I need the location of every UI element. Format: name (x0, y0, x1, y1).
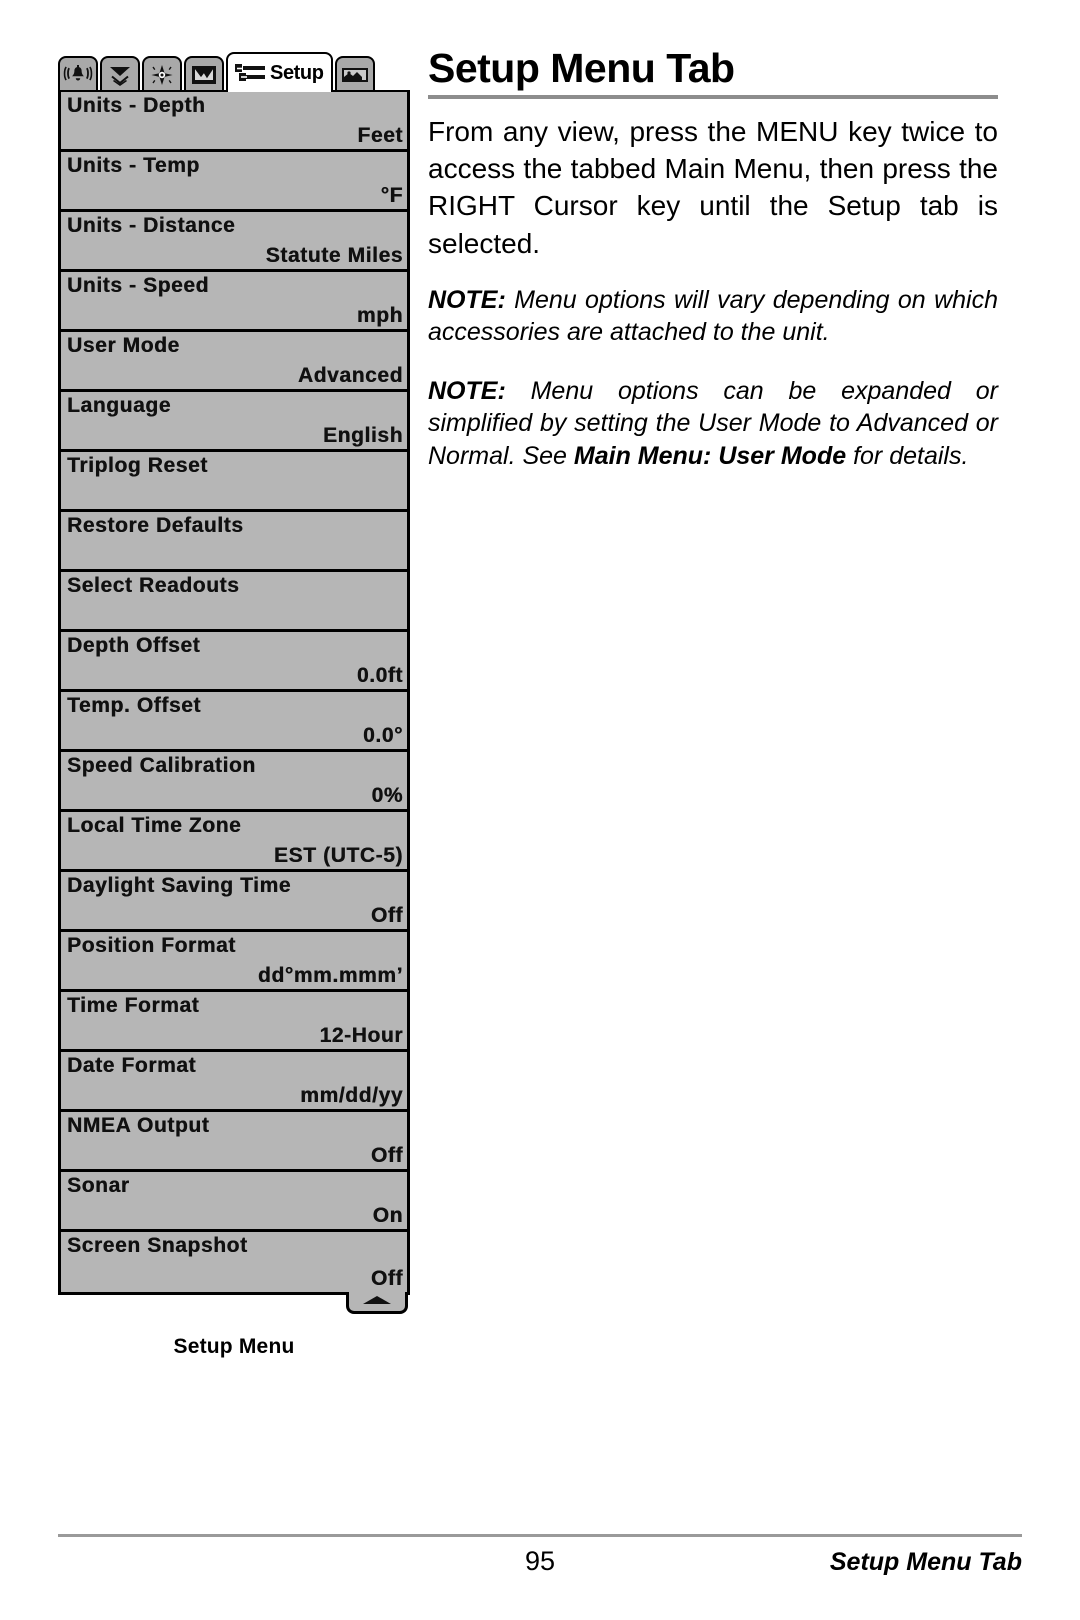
menu-item-value: dd°mm.mmm’ (257, 964, 403, 987)
note-paragraph-1: NOTE: Menu options will vary depending o… (428, 284, 998, 349)
menu-item-label: Depth Offset (67, 634, 201, 657)
menu-item-label: Select Readouts (67, 574, 240, 597)
menu-item-value: mm/dd/yy (300, 1084, 403, 1107)
note-label: NOTE: (428, 376, 506, 405)
scroll-tab-area (58, 1292, 410, 1321)
menu-item-label: Units - Temp (67, 154, 200, 177)
note-label: NOTE: (428, 285, 506, 314)
menu-row-user-mode[interactable]: User Mode Advanced (61, 332, 407, 392)
navigation-star-icon (147, 63, 177, 87)
menu-item-label: Date Format (67, 1054, 197, 1077)
menu-row-restore-defaults[interactable]: Restore Defaults (61, 512, 407, 572)
menu-item-label: Restore Defaults (67, 514, 244, 537)
menu-item-label: User Mode (67, 334, 180, 357)
menu-item-label: Units - Distance (67, 214, 236, 237)
menu-item-label: Units - Depth (67, 94, 206, 117)
menu-item-label: Local Time Zone (67, 814, 242, 837)
menu-row-nmea-output[interactable]: NMEA Output Off (61, 1112, 407, 1172)
tab-sonar[interactable] (100, 56, 140, 92)
note-paragraph-2: NOTE: Menu options can be expanded or si… (428, 375, 998, 473)
menu-item-label: Position Format (67, 934, 236, 957)
accessories-icon (340, 64, 370, 86)
menu-item-value: Advanced (297, 364, 403, 387)
scroll-up-button[interactable] (346, 1292, 408, 1314)
setup-menu-list[interactable]: Units - Depth Feet Units - Temp °F Units… (58, 90, 410, 1295)
page-footer: 95 Setup Menu Tab (58, 1546, 1022, 1586)
device-screen-figure: Setup Units - Depth Feet Units - Temp °F… (58, 50, 410, 1359)
main-menu-tab-strip[interactable]: Setup (58, 50, 410, 92)
menu-row-language[interactable]: Language English (61, 392, 407, 452)
menu-item-label: Speed Calibration (67, 754, 256, 777)
menu-item-value: 0% (371, 784, 403, 807)
menu-item-value: 12-Hour (319, 1024, 403, 1047)
cross-reference-link[interactable]: Main Menu: User Mode (574, 442, 846, 470)
tab-alarms[interactable] (58, 56, 98, 92)
tab-chart-view[interactable] (184, 56, 224, 92)
chart-view-icon (189, 64, 219, 86)
menu-item-value: Statute Miles (265, 244, 403, 267)
tab-setup-label: Setup (270, 61, 324, 84)
menu-row-local-time-zone[interactable]: Local Time Zone EST (UTC-5) (61, 812, 407, 872)
menu-item-label: Language (67, 394, 171, 417)
setup-wrench-icon (233, 62, 267, 84)
menu-item-label: Sonar (67, 1174, 130, 1197)
manual-page: Setup Units - Depth Feet Units - Temp °F… (0, 0, 1080, 1620)
menu-item-value: Off (370, 1144, 403, 1167)
menu-row-date-format[interactable]: Date Format mm/dd/yy (61, 1052, 407, 1112)
menu-item-label: Screen Snapshot (67, 1234, 248, 1257)
menu-row-sonar[interactable]: Sonar On (61, 1172, 407, 1232)
title-divider (428, 95, 998, 99)
footer-divider (58, 1534, 1022, 1537)
menu-row-speed-calibration[interactable]: Speed Calibration 0% (61, 752, 407, 812)
menu-item-value: °F (380, 184, 403, 207)
menu-item-value: Off (370, 1267, 403, 1290)
menu-row-units-depth[interactable]: Units - Depth Feet (61, 92, 407, 152)
menu-item-value: 0.0ft (356, 664, 403, 687)
figure-caption: Setup Menu (173, 1335, 295, 1358)
menu-row-select-readouts[interactable]: Select Readouts (61, 572, 407, 632)
article-content: Setup Menu Tab From any view, press the … (428, 48, 998, 498)
tab-accessories[interactable] (334, 56, 375, 92)
menu-item-label: Daylight Saving Time (67, 874, 291, 897)
menu-row-units-speed[interactable]: Units - Speed mph (61, 272, 407, 332)
menu-item-label: Triplog Reset (67, 454, 208, 477)
menu-item-value: On (372, 1204, 403, 1227)
tab-navigation[interactable] (142, 56, 182, 92)
menu-item-label: Time Format (67, 994, 200, 1017)
menu-row-screen-snapshot[interactable]: Screen Snapshot Off (61, 1232, 407, 1292)
menu-row-daylight-saving-time[interactable]: Daylight Saving Time Off (61, 872, 407, 932)
menu-row-time-format[interactable]: Time Format 12-Hour (61, 992, 407, 1052)
sonar-cone-icon (105, 64, 135, 86)
menu-item-value: English (322, 424, 403, 447)
menu-row-units-distance[interactable]: Units - Distance Statute Miles (61, 212, 407, 272)
tab-setup[interactable]: Setup (226, 52, 333, 92)
footer-section-title: Setup Menu Tab (829, 1548, 1022, 1576)
menu-row-depth-offset[interactable]: Depth Offset 0.0ft (61, 632, 407, 692)
menu-row-units-temp[interactable]: Units - Temp °F (61, 152, 407, 212)
page-title: Setup Menu Tab (428, 45, 735, 91)
note-text: Menu options will vary depending on whic… (428, 285, 998, 347)
menu-item-label: Units - Speed (67, 274, 209, 297)
menu-row-position-format[interactable]: Position Format dd°mm.mmm’ (61, 932, 407, 992)
menu-item-value: EST (UTC-5) (273, 844, 403, 867)
alarm-bell-icon (63, 64, 93, 86)
menu-item-value: 0.0° (363, 724, 403, 747)
note-text-part-b: for details. (846, 441, 969, 470)
menu-row-triplog-reset[interactable]: Triplog Reset (61, 452, 407, 512)
menu-item-value: Off (370, 904, 403, 927)
intro-paragraph: From any view, press the MENU key twice … (428, 116, 998, 259)
menu-item-label: NMEA Output (67, 1114, 210, 1137)
menu-item-value: mph (356, 304, 403, 327)
menu-item-value: Feet (357, 124, 403, 147)
menu-item-label: Temp. Offset (67, 694, 201, 717)
scroll-up-arrow-icon (360, 1293, 394, 1311)
menu-row-temp-offset[interactable]: Temp. Offset 0.0° (61, 692, 407, 752)
